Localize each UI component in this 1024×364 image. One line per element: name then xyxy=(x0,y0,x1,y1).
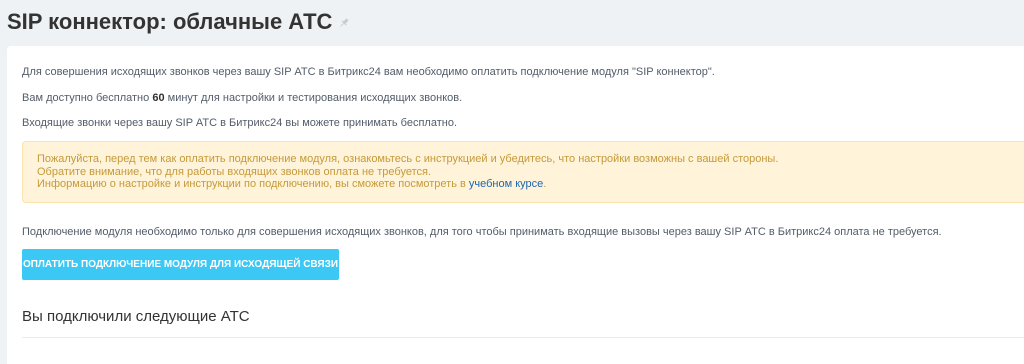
page: SIP коннектор: облачные АТС Для совершен… xyxy=(0,0,1024,364)
warning-alert: Пожалуйста, перед тем как оплатить подкл… xyxy=(22,141,1024,203)
content-card: Для совершения исходящих звонков через в… xyxy=(7,46,1024,364)
alert-line-1: Пожалуйста, перед тем как оплатить подкл… xyxy=(37,153,779,165)
pay-module-button[interactable]: Оплатить подключение модуля для исходяще… xyxy=(22,249,339,280)
training-course-link[interactable]: учебном курсе xyxy=(469,178,543,190)
alert-line-2: Обратите внимание, что для работы входящ… xyxy=(37,165,431,178)
incoming-free-text: Входящие звонки через вашу SIP АТС в Бит… xyxy=(22,117,458,129)
alert-line-3: Информацию о настройке и инструкции по п… xyxy=(37,178,1024,191)
alert-line-3-suffix: . xyxy=(543,178,547,190)
free-minutes-value: 60 xyxy=(152,92,165,104)
intro-text: Для совершения исходящих звонков через в… xyxy=(22,66,715,78)
free-minutes-text: Вам доступно бесплатно 60 минут для наст… xyxy=(22,92,462,104)
free-minutes-suffix: минут для настройки и тестирования исход… xyxy=(167,92,463,104)
title-row: SIP коннектор: облачные АТС xyxy=(7,8,350,36)
pin-icon[interactable] xyxy=(338,16,350,28)
alert-line-3-prefix: Информацию о настройке и инструкции по п… xyxy=(37,178,466,190)
free-minutes-prefix: Вам доступно бесплатно xyxy=(22,92,150,104)
note-text: Подключение модуля необходимо только для… xyxy=(22,226,942,238)
section-divider xyxy=(22,337,1024,338)
page-title: SIP коннектор: облачные АТС xyxy=(7,9,333,34)
connected-pbx-title: Вы подключили следующие АТС xyxy=(22,308,250,325)
